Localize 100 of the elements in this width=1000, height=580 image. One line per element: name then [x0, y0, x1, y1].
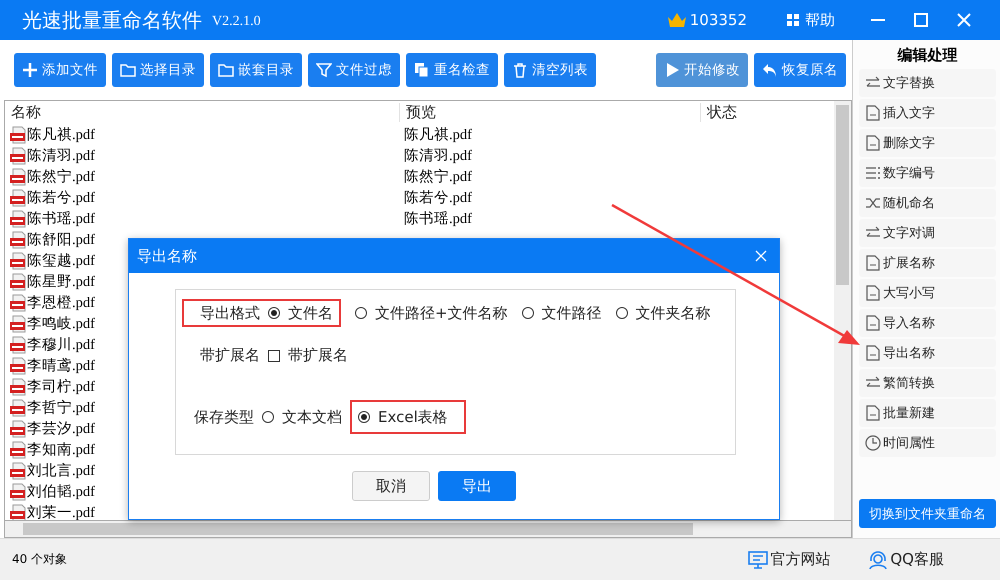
plus-icon: [22, 62, 38, 78]
field-label: 带扩展名: [200, 346, 260, 365]
sidebar-item[interactable]: 扩展名称: [859, 249, 996, 277]
radio-option[interactable]: 文本文档: [262, 408, 342, 426]
table-cell-text: 陈清羽.pdf: [27, 147, 95, 165]
pdf-file-icon: [9, 168, 27, 186]
toolbar-button[interactable]: 嵌套目录: [210, 53, 302, 87]
clock-icon: [865, 435, 881, 451]
pdf-file-icon: [9, 272, 27, 290]
funnel-icon: [316, 62, 332, 78]
sidebar-title: 编辑处理: [898, 46, 958, 65]
toolbar-button[interactable]: 选择目录: [112, 53, 204, 87]
sidebar-item[interactable]: 大写小写: [859, 279, 996, 307]
sidebar-item[interactable]: 繁简转换: [859, 369, 996, 397]
pdf-file-icon: [9, 504, 27, 520]
play-icon: [664, 62, 680, 78]
column-header[interactable]: 名称: [5, 103, 399, 122]
pdf-file-icon: [9, 188, 27, 206]
sidebar-item[interactable]: 文字替换: [859, 69, 996, 97]
trash-icon: [512, 62, 528, 78]
document-icon: [865, 255, 881, 271]
table-cell-text: 刘伯韬.pdf: [27, 482, 95, 501]
pdf-file-icon: [9, 314, 27, 332]
sidebar-item[interactable]: 文字对调: [859, 219, 996, 247]
folder-icon: [120, 62, 136, 78]
undo-icon: [762, 62, 778, 78]
radio-option[interactable]: 文件路径+文件名称: [355, 304, 508, 322]
grid-icon: [787, 14, 799, 26]
help-button[interactable]: 帮助: [805, 10, 835, 30]
table-cell-text: 陈玺越.pdf: [27, 252, 95, 270]
pdf-file-icon: [9, 398, 27, 416]
radio-option[interactable]: 文件名: [268, 304, 333, 322]
dialog-title: 导出名称: [137, 246, 197, 266]
pdf-file-icon: [9, 462, 27, 480]
table-cell-text: 陈星野.pdf: [27, 273, 95, 291]
cancel-button[interactable]: 取消: [352, 471, 430, 501]
radio-option[interactable]: Excel表格: [358, 408, 448, 426]
toolbar-button[interactable]: 重名检查: [406, 53, 498, 87]
radio-option[interactable]: 文件夹名称: [616, 304, 711, 322]
scrollbar[interactable]: [834, 101, 851, 520]
sidebar-item[interactable]: 删除文字: [859, 129, 996, 157]
switch-button[interactable]: 切换到文件夹重命名: [859, 499, 996, 528]
object-count: 40 个对象: [12, 551, 68, 568]
sidebar-item[interactable]: 数字编号: [859, 159, 996, 187]
document-icon: [865, 285, 881, 301]
table-cell-text: 陈书瑶.pdf: [27, 210, 95, 228]
table-cell-text: 李鸣岐.pdf: [27, 315, 95, 333]
close-icon[interactable]: [957, 13, 971, 27]
pdf-file-icon: [9, 420, 27, 438]
window-title: 光速批量重命名软件: [22, 6, 202, 34]
account-number: 103352: [690, 11, 747, 29]
sidebar-item[interactable]: 导出名称: [859, 339, 996, 367]
table-cell-text: 刘茉一.pdf: [27, 504, 95, 520]
sidebar-item[interactable]: 批量新建: [859, 399, 996, 427]
pdf-file-icon: [9, 146, 27, 164]
close-icon[interactable]: [755, 250, 767, 262]
table-cell-text: 李司柠.pdf: [27, 378, 95, 396]
status-link[interactable]: QQ客服: [868, 550, 944, 570]
radio-option[interactable]: 文件路径: [522, 304, 602, 322]
status-link[interactable]: 官方网站: [748, 550, 830, 569]
headset-icon: [868, 550, 888, 570]
sidebar-item[interactable]: 插入文字: [859, 99, 996, 127]
table-cell-text: 陈凡祺.pdf: [403, 126, 473, 144]
sidebar-item[interactable]: 随机命名: [859, 189, 996, 217]
export-button[interactable]: 导出: [438, 471, 516, 501]
pdf-file-icon: [9, 294, 27, 312]
table-cell-text: 陈若兮.pdf: [27, 189, 95, 207]
toolbar-button[interactable]: 添加文件: [14, 53, 106, 87]
pdf-file-icon: [9, 378, 27, 396]
table-cell-text: 李晴鸢.pdf: [27, 356, 95, 375]
column-header[interactable]: 状态: [700, 103, 737, 122]
sidebar-item[interactable]: 导入名称: [859, 309, 996, 337]
version-label: V2.2.1.0: [212, 14, 261, 30]
table-cell-text: 陈清羽.pdf: [403, 147, 473, 165]
table-cell-text: 李穆川.pdf: [27, 336, 95, 354]
table-cell-text: 陈然宁.pdf: [27, 168, 95, 186]
document-icon: [865, 135, 881, 151]
pdf-file-icon: [9, 210, 27, 228]
pdf-file-icon: [9, 356, 27, 374]
scrollbar[interactable]: [4, 520, 852, 538]
table-cell-text: 陈舒阳.pdf: [27, 231, 95, 249]
pdf-file-icon: [9, 126, 27, 144]
table-cell-text: 李恩橙.pdf: [27, 294, 95, 312]
crown-icon: [666, 11, 688, 29]
list-icon: [865, 165, 881, 181]
sidebar-item[interactable]: 时间属性: [859, 429, 996, 457]
monitor-icon: [748, 550, 768, 568]
pdf-file-icon: [9, 440, 27, 458]
table-cell-text: 陈书瑶.pdf: [403, 210, 473, 228]
copy-icon: [414, 62, 430, 78]
pdf-file-icon: [9, 336, 27, 354]
toolbar-button[interactable]: 恢复原名: [754, 53, 846, 87]
maximize-icon[interactable]: [914, 13, 928, 27]
toolbar-button[interactable]: 清空列表: [504, 53, 596, 87]
field-label: 导出格式: [200, 304, 260, 322]
folder-icon: [218, 62, 234, 78]
column-header[interactable]: 预览: [399, 103, 700, 122]
checkbox-option[interactable]: 带扩展名: [268, 346, 348, 365]
toolbar-button[interactable]: 文件过虑: [308, 53, 400, 87]
table-cell-text: 李哲宁.pdf: [27, 398, 95, 417]
